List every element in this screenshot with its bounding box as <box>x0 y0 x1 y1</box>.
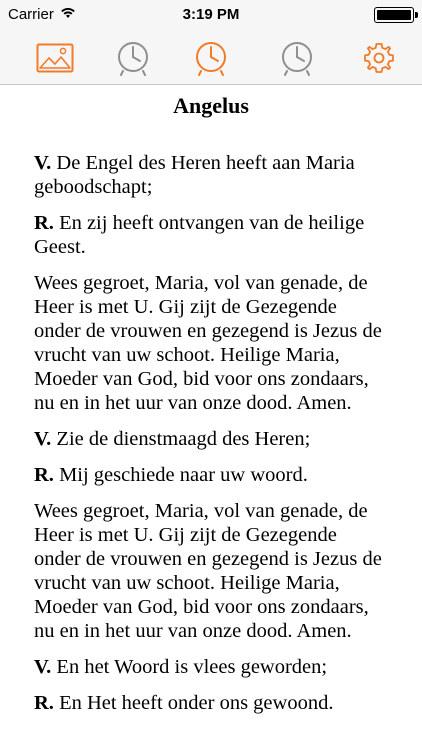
paragraph-text: En zij heeft ontvangen van de heilige Ge… <box>34 212 365 258</box>
paragraph-text: Wees gegroet, Maria, vol van genade, de … <box>34 272 382 414</box>
versicle-marker: V. <box>34 656 52 678</box>
response-marker: R. <box>34 692 54 714</box>
battery-icon <box>374 7 418 23</box>
prayer-paragraph: V. De Engel des Heren heeft aan Maria ge… <box>34 151 388 199</box>
settings-button[interactable] <box>357 36 401 80</box>
paragraph-text: Zie de dienstmaagd des Heren; <box>51 428 311 450</box>
prayer-paragraph: R. En zij heeft ontvangen van de heilige… <box>34 211 388 259</box>
image-button[interactable] <box>33 36 77 80</box>
image-icon <box>36 43 74 73</box>
response-marker: R. <box>34 464 54 486</box>
clock-button-3[interactable] <box>275 36 319 80</box>
prayer-paragraph: V. En het Woord is vlees geworden; <box>34 655 388 679</box>
paragraph-text: En Het heeft onder ons gewoond. <box>53 692 334 714</box>
clock-icon <box>193 39 229 77</box>
prayer-title: Angelus <box>173 93 249 118</box>
clock-icon <box>279 39 315 77</box>
toolbar <box>0 30 422 85</box>
versicle-marker: V. <box>34 152 52 174</box>
prayer-paragraph: Wees gegroet, Maria, vol van genade, de … <box>34 271 388 415</box>
battery-fill <box>377 10 411 20</box>
gear-icon <box>362 41 396 75</box>
prayer-text: V. De Engel des Heren heeft aan Maria ge… <box>0 119 422 715</box>
paragraph-text: Wees gegroet, Maria, vol van genade, de … <box>34 500 382 642</box>
status-time: 3:19 PM <box>182 6 240 23</box>
clock-button-2[interactable] <box>189 36 233 80</box>
prayer-paragraph: R. En Het heeft onder ons gewoond. <box>34 691 388 715</box>
clock-button-1[interactable] <box>111 36 155 80</box>
response-marker: R. <box>34 212 54 234</box>
clock-icon <box>115 39 151 77</box>
paragraph-text: Mij geschiede naar uw woord. <box>53 464 308 486</box>
prayer-content[interactable]: Angelus V. De Engel des Heren heeft aan … <box>0 85 422 750</box>
paragraph-text: En het Woord is vlees geworden; <box>51 656 328 678</box>
status-bar: Carrier 3:19 PM <box>0 0 422 30</box>
prayer-paragraph: Wees gegroet, Maria, vol van genade, de … <box>34 499 388 643</box>
versicle-marker: V. <box>34 428 52 450</box>
prayer-paragraph: V. Zie de dienstmaagd des Heren; <box>34 427 388 451</box>
prayer-paragraph: R. Mij geschiede naar uw woord. <box>34 463 388 487</box>
paragraph-text: De Engel des Heren heeft aan Maria geboo… <box>34 152 355 198</box>
